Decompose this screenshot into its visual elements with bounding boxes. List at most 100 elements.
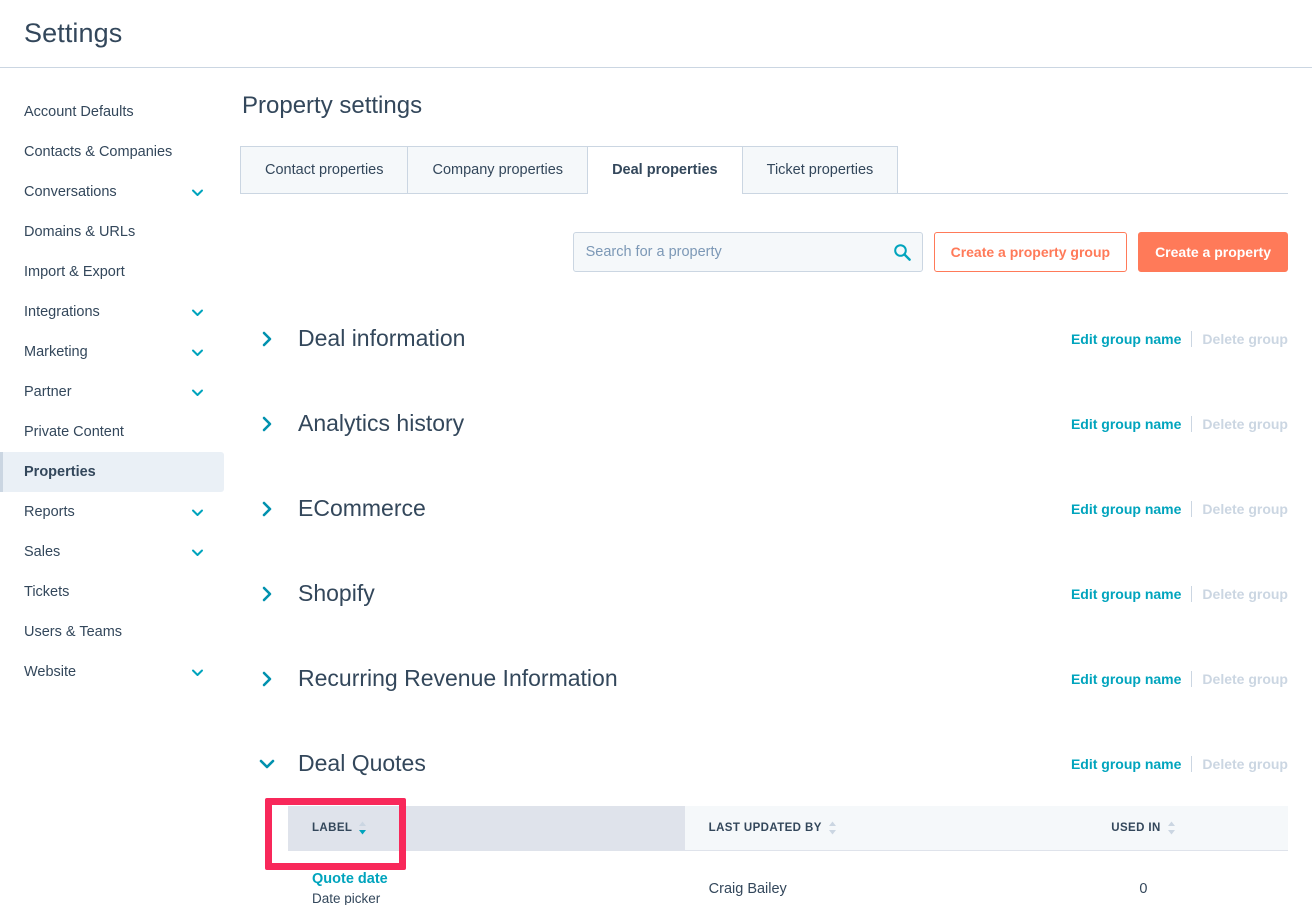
property-group-actions: Edit group name Delete group [1071,415,1288,432]
property-group-name[interactable]: ECommerce [298,495,426,522]
sidebar-item-label: Partner [24,384,72,400]
sidebar-item-domains-urls[interactable]: Domains & URLs [0,212,224,252]
chevron-down-icon[interactable] [191,666,204,679]
column-header-used-in[interactable]: USED IN [998,806,1288,851]
chevron-down-icon[interactable] [191,186,204,199]
column-header-label[interactable]: LABEL [288,806,685,851]
property-group-name[interactable]: Deal information [298,325,465,352]
create-property-group-button[interactable]: Create a property group [933,232,1128,272]
sort-arrows-icon[interactable] [822,821,837,835]
page-layout: Account Defaults Contacts & Companies Conv… [0,68,1312,905]
property-group-actions: Edit group name Delete group [1071,500,1288,517]
column-header-label: LABEL [312,822,353,835]
edit-group-name-link[interactable]: Edit group name [1071,501,1181,517]
properties-table: LABEL LAST UPDATED BY USED IN Quote date Dat… [288,806,1288,905]
sidebar-item-users-teams[interactable]: Users & Teams [0,612,224,652]
action-divider [1191,585,1193,602]
sidebar-item-partner[interactable]: Partner [0,372,224,412]
edit-group-name-link[interactable]: Edit group name [1071,586,1181,602]
search-icon[interactable] [893,243,911,261]
search-input[interactable] [572,232,923,272]
chevron-right-icon[interactable] [256,584,278,604]
property-group-header[interactable]: Analytics history Edit group name Delete g… [240,381,1288,466]
sidebar-item-label: Sales [24,544,61,560]
sidebar-item-label: Account Defaults [24,104,134,120]
property-groups-list: Deal information Edit group name Delete gr… [240,296,1288,905]
edit-group-name-link[interactable]: Edit group name [1071,331,1181,347]
sidebar-item-account-defaults[interactable]: Account Defaults [0,92,224,132]
table-row: Quote date Date picker Craig Bailey 0 [288,850,1288,905]
edit-group-name-link[interactable]: Edit group name [1071,756,1181,772]
chevron-right-icon[interactable] [256,499,278,519]
delete-group-link: Delete group [1202,330,1288,347]
tab-contact-properties[interactable]: Contact properties [240,146,408,193]
property-group-header[interactable]: ECommerce Edit group name Delete group [240,466,1288,551]
settings-sidebar: Account Defaults Contacts & Companies Conv… [0,68,240,905]
property-type-tabs: Contact properties Company properties Deal… [240,146,1288,194]
action-divider [1191,500,1193,517]
tab-deal-properties[interactable]: Deal properties [587,146,742,194]
search-wrapper [572,232,923,272]
sidebar-item-label: Conversations [24,184,117,200]
sidebar-item-label: Properties [24,464,96,480]
column-header-last-updated-by[interactable]: LAST UPDATED BY [684,806,999,851]
sidebar-item-conversations[interactable]: Conversations [0,172,224,212]
property-group-header[interactable]: Deal Quotes Edit group name Delete group [240,721,1288,806]
chevron-down-icon[interactable] [191,546,204,559]
cell-label: Quote date Date picker [288,850,685,905]
edit-group-name-link[interactable]: Edit group name [1071,671,1181,687]
chevron-down-icon[interactable] [256,757,278,771]
property-group-header[interactable]: Deal information Edit group name Delete gr… [240,296,1288,381]
sidebar-item-properties[interactable]: Properties [0,452,224,492]
create-property-button[interactable]: Create a property [1138,232,1288,272]
chevron-down-icon[interactable] [191,346,204,359]
sidebar-item-label: Tickets [24,584,70,600]
sidebar-item-private-content[interactable]: Private Content [0,412,224,452]
tab-company-properties[interactable]: Company properties [407,146,588,193]
sort-arrows-icon[interactable] [352,821,367,835]
sidebar-item-website[interactable]: Website [0,652,224,692]
sidebar-item-tickets[interactable]: Tickets [0,572,224,612]
property-group: ECommerce Edit group name Delete group [240,466,1288,551]
property-group-header[interactable]: Recurring Revenue Information Edit group … [240,636,1288,721]
chevron-right-icon[interactable] [256,329,278,349]
action-divider [1191,330,1193,347]
property-group: Recurring Revenue Information Edit group … [240,636,1288,721]
sidebar-item-label: Website [24,664,77,680]
sidebar-item-label: Marketing [24,344,88,360]
chevron-down-icon[interactable] [191,306,204,319]
delete-group-link: Delete group [1202,585,1288,602]
property-group-actions: Edit group name Delete group [1071,585,1288,602]
property-group-name[interactable]: Deal Quotes [298,750,426,777]
chevron-right-icon[interactable] [256,669,278,689]
delete-group-link: Delete group [1202,415,1288,432]
sidebar-item-label: Integrations [24,304,100,320]
edit-group-name-link[interactable]: Edit group name [1071,416,1181,432]
sidebar-item-contacts-companies[interactable]: Contacts & Companies [0,132,224,172]
action-divider [1191,670,1193,687]
property-group: Deal Quotes Edit group name Delete group LA… [240,721,1288,905]
sidebar-item-label: Private Content [24,424,124,440]
delete-group-link: Delete group [1202,755,1288,772]
chevron-down-icon[interactable] [191,386,204,399]
property-group-header[interactable]: Shopify Edit group name Delete group [240,551,1288,636]
tab-ticket-properties[interactable]: Ticket properties [741,146,899,193]
sidebar-item-integrations[interactable]: Integrations [0,292,224,332]
column-header-label: LAST UPDATED BY [708,822,822,835]
cell-used-in: 0 [998,850,1288,905]
property-group-name[interactable]: Analytics history [298,410,464,437]
chevron-right-icon[interactable] [256,414,278,434]
sidebar-item-import-export[interactable]: Import & Export [0,252,224,292]
app-header: Settings [0,0,1312,68]
property-group: Deal information Edit group name Delete gr… [240,296,1288,381]
property-group-name[interactable]: Shopify [298,580,375,607]
main-content: Property settings Contact properties Comp… [240,68,1312,905]
sort-arrows-icon[interactable] [1161,821,1176,835]
sidebar-item-marketing[interactable]: Marketing [0,332,224,372]
property-group-name[interactable]: Recurring Revenue Information [298,665,618,692]
sidebar-item-reports[interactable]: Reports [0,492,224,532]
delete-group-link: Delete group [1202,500,1288,517]
chevron-down-icon[interactable] [191,506,204,519]
sidebar-item-sales[interactable]: Sales [0,532,224,572]
property-label-link[interactable]: Quote date [312,871,685,887]
